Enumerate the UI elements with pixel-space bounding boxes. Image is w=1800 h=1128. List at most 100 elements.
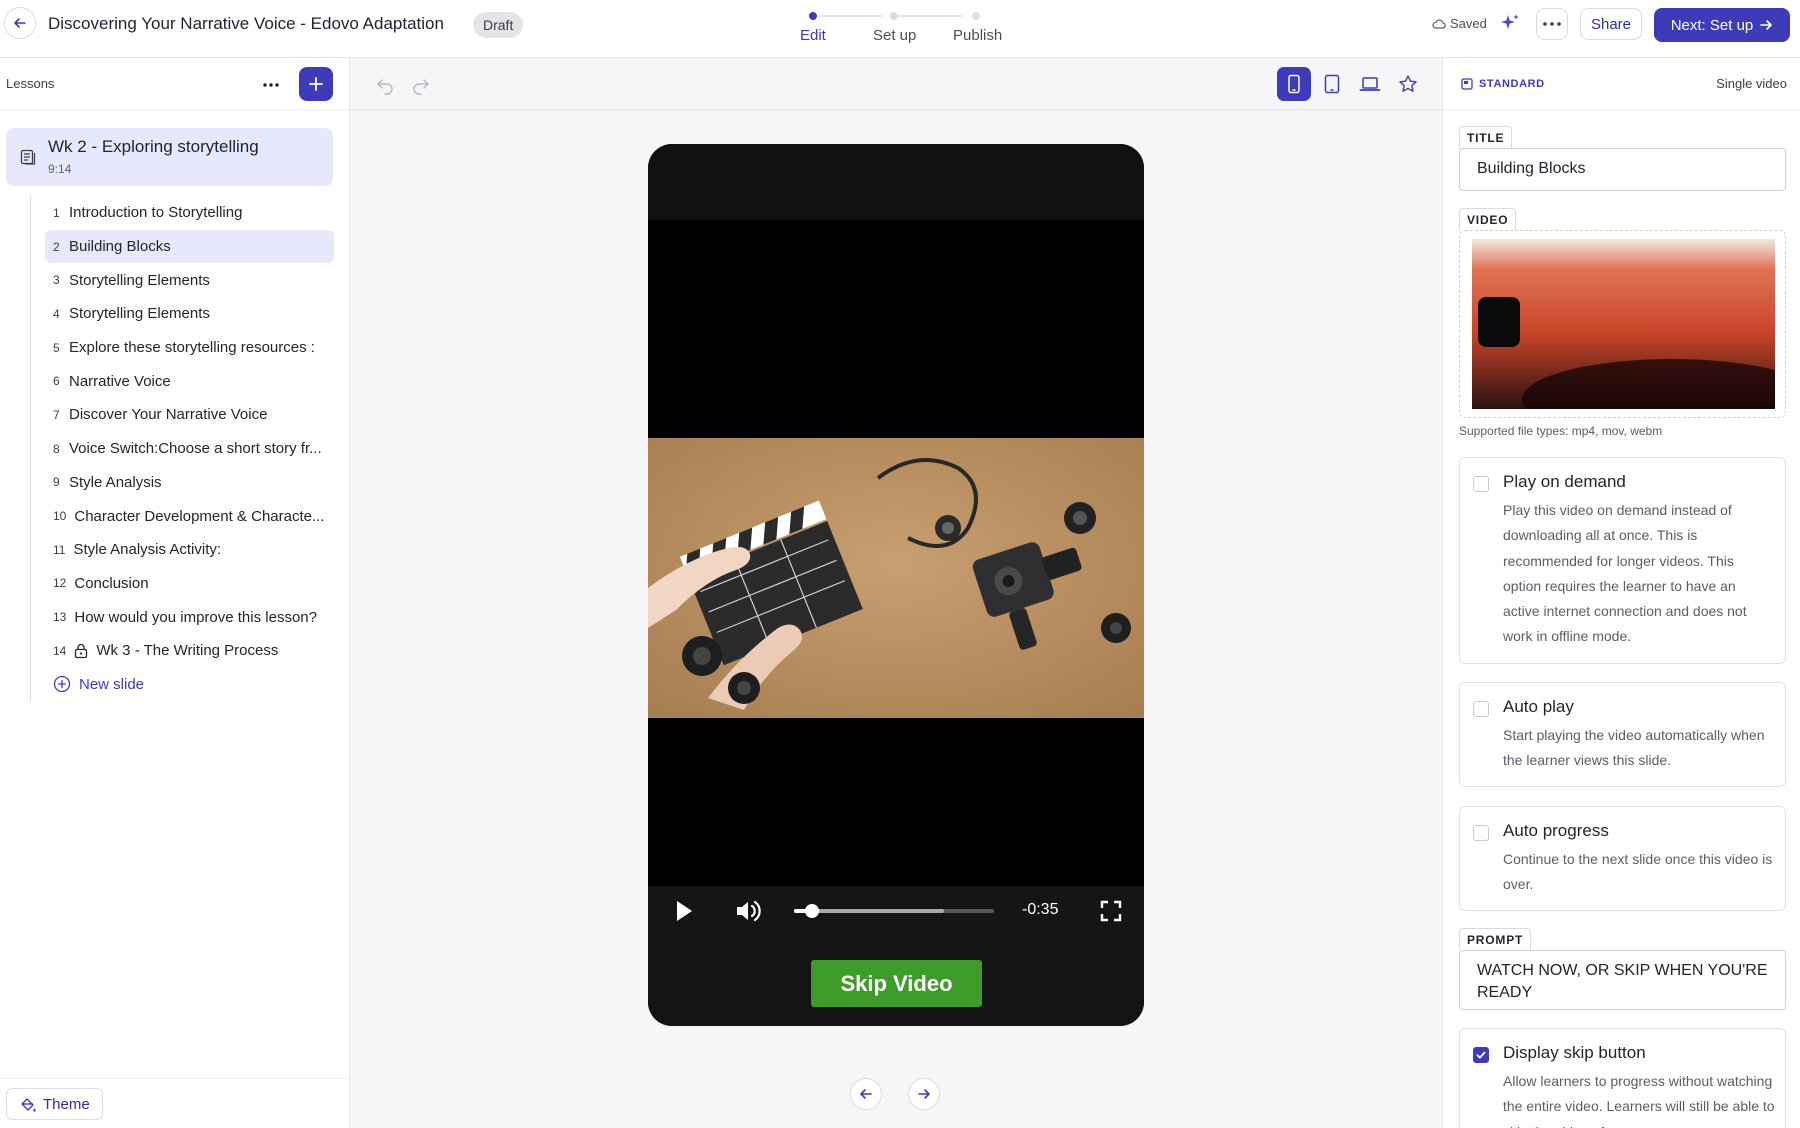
redo-icon[interactable] xyxy=(410,74,432,96)
slide-item-6[interactable]: 6 Narrative Voice xyxy=(45,364,334,398)
next-slide-button[interactable] xyxy=(908,1078,940,1110)
slide-number: 12 xyxy=(53,576,67,591)
desktop-view-button[interactable] xyxy=(1353,67,1387,101)
phone-icon xyxy=(1288,74,1300,94)
slide-item-12[interactable]: 12 Conclusion xyxy=(45,567,334,601)
slide-item-1[interactable]: 1 Introduction to Storytelling xyxy=(45,196,334,230)
slide-label: Discover Your Narrative Voice xyxy=(69,406,268,424)
new-slide-button[interactable]: New slide xyxy=(45,668,334,701)
play-icon[interactable] xyxy=(674,899,694,923)
phone-status-area xyxy=(648,144,1144,220)
cloud-icon xyxy=(1432,18,1446,29)
canvas-toolbar xyxy=(350,58,1442,110)
scrubber-knob[interactable] xyxy=(805,904,819,918)
slide-label: Conclusion xyxy=(74,574,149,592)
slide-label: How would you improve this lesson? xyxy=(74,608,317,626)
prompt-input[interactable]: WATCH NOW, OR SKIP WHEN YOU'RE READY xyxy=(1459,950,1786,1010)
prompt-field-tag: PROMPT xyxy=(1459,928,1532,950)
video-field-tag: VIDEO xyxy=(1459,208,1517,230)
skip-area: Skip Video xyxy=(648,936,1144,1026)
option-display-skip-button: Display skip button Allow learners to pr… xyxy=(1459,1028,1786,1128)
slide-item-7[interactable]: 7 Discover Your Narrative Voice xyxy=(45,398,334,432)
panel-header: STANDARD Single video xyxy=(1443,58,1800,110)
arrow-left-icon xyxy=(860,1089,872,1099)
prev-slide-button[interactable] xyxy=(850,1078,882,1110)
slide-number: 14 xyxy=(53,643,67,658)
slide-number: 7 xyxy=(53,407,60,422)
slide-number: 5 xyxy=(53,340,60,355)
slide-label: Storytelling Elements xyxy=(69,271,210,289)
auto-progress-checkbox[interactable] xyxy=(1473,825,1489,841)
slide-item-2[interactable]: 2 Building Blocks xyxy=(45,229,334,264)
slide-item-8[interactable]: 8 Voice Switch:Choose a short story fr... xyxy=(45,432,334,466)
lesson-title: Wk 2 - Exploring storytelling xyxy=(48,137,259,156)
auto-play-checkbox[interactable] xyxy=(1473,701,1489,717)
option-description: Continue to the next slide once this vid… xyxy=(1503,851,1773,893)
video-upload[interactable] xyxy=(1459,230,1786,418)
course-title: Discovering Your Narrative Voice - Edovo… xyxy=(48,14,444,33)
step-connector xyxy=(818,15,882,17)
step-publish[interactable]: Publish xyxy=(953,27,1002,44)
video-scrubber[interactable] xyxy=(794,904,994,918)
slide-label: Building Blocks xyxy=(69,238,171,256)
phone-view-button[interactable] xyxy=(1277,67,1311,101)
step-edit[interactable]: Edit xyxy=(800,27,826,44)
new-slide-label: New slide xyxy=(79,675,145,693)
theme-button[interactable]: Theme xyxy=(6,1088,103,1120)
slide-item-11[interactable]: 11 Style Analysis Activity: xyxy=(45,533,334,567)
tablet-view-button[interactable] xyxy=(1315,67,1349,101)
slide-number: 13 xyxy=(53,610,67,625)
preview-canvas: -0:35 Skip Video xyxy=(350,58,1442,1128)
slide-item-4[interactable]: 4 Storytelling Elements xyxy=(45,297,334,331)
skip-video-button[interactable]: Skip Video xyxy=(811,960,982,1007)
lesson-card[interactable]: Wk 2 - Exploring storytelling 9:14 xyxy=(6,128,333,186)
slide-item-9[interactable]: 9 Style Analysis xyxy=(45,466,334,500)
ellipsis-icon xyxy=(263,83,279,87)
next-label: Next: Set up xyxy=(1670,16,1754,34)
plus-circle-icon xyxy=(53,675,71,693)
slide-label: Introduction to Storytelling xyxy=(69,204,243,222)
ai-sparkle-icon[interactable] xyxy=(1498,12,1522,36)
checkmark-icon xyxy=(1476,1051,1486,1059)
slide-item-10[interactable]: 10 Character Development & Characte... xyxy=(45,499,334,533)
slide-item-13[interactable]: 13 How would you improve this lesson? xyxy=(45,600,334,634)
lessons-more-button[interactable] xyxy=(258,72,284,98)
slide-mode: STANDARD xyxy=(1461,78,1545,90)
slide-number: 9 xyxy=(53,475,60,490)
slide-type[interactable]: Single video xyxy=(1716,76,1787,91)
fullscreen-icon[interactable] xyxy=(1100,900,1122,922)
add-lesson-button[interactable] xyxy=(299,67,333,101)
share-button[interactable]: Share xyxy=(1580,8,1642,40)
video-still[interactable] xyxy=(648,438,1144,718)
step-dot-setup xyxy=(890,12,898,20)
undo-icon[interactable] xyxy=(374,74,396,96)
slide-item-14[interactable]: 14 Wk 3 - The Writing Process xyxy=(45,634,334,668)
next-setup-button[interactable]: Next: Set up xyxy=(1654,8,1790,42)
ellipsis-icon xyxy=(1543,22,1561,26)
slide-item-5[interactable]: 5 Explore these storytelling resources : xyxy=(45,331,334,365)
display-skip-checkbox[interactable] xyxy=(1473,1047,1489,1063)
arrow-left-icon xyxy=(14,18,26,28)
sidebar-header: Lessons xyxy=(0,58,349,110)
slide-number: 2 xyxy=(53,239,60,254)
step-setup[interactable]: Set up xyxy=(873,27,916,44)
lock-icon xyxy=(74,643,88,659)
back-button[interactable] xyxy=(4,7,36,39)
slide-label: Character Development & Characte... xyxy=(74,507,325,525)
slide-number: 11 xyxy=(53,542,66,557)
slide-number: 8 xyxy=(53,441,60,456)
tablet-icon xyxy=(1324,74,1340,94)
favorite-view-button[interactable] xyxy=(1391,67,1425,101)
option-title: Auto play xyxy=(1503,697,1574,716)
play-on-demand-checkbox[interactable] xyxy=(1473,476,1489,492)
slide-label: Style Analysis xyxy=(69,473,162,491)
lesson-document-icon xyxy=(20,149,36,165)
more-options-button[interactable] xyxy=(1536,8,1568,40)
slide-item-3[interactable]: 3 Storytelling Elements xyxy=(45,263,334,297)
sidebar-footer: Theme xyxy=(0,1078,349,1128)
supported-file-types: Supported file types: mp4, mov, webm xyxy=(1459,424,1663,438)
volume-icon[interactable] xyxy=(734,898,762,924)
film-gear-illustration xyxy=(648,438,1144,718)
progress-steps: Edit Set up Publish xyxy=(760,10,1020,50)
title-input[interactable]: Building Blocks xyxy=(1459,148,1786,191)
